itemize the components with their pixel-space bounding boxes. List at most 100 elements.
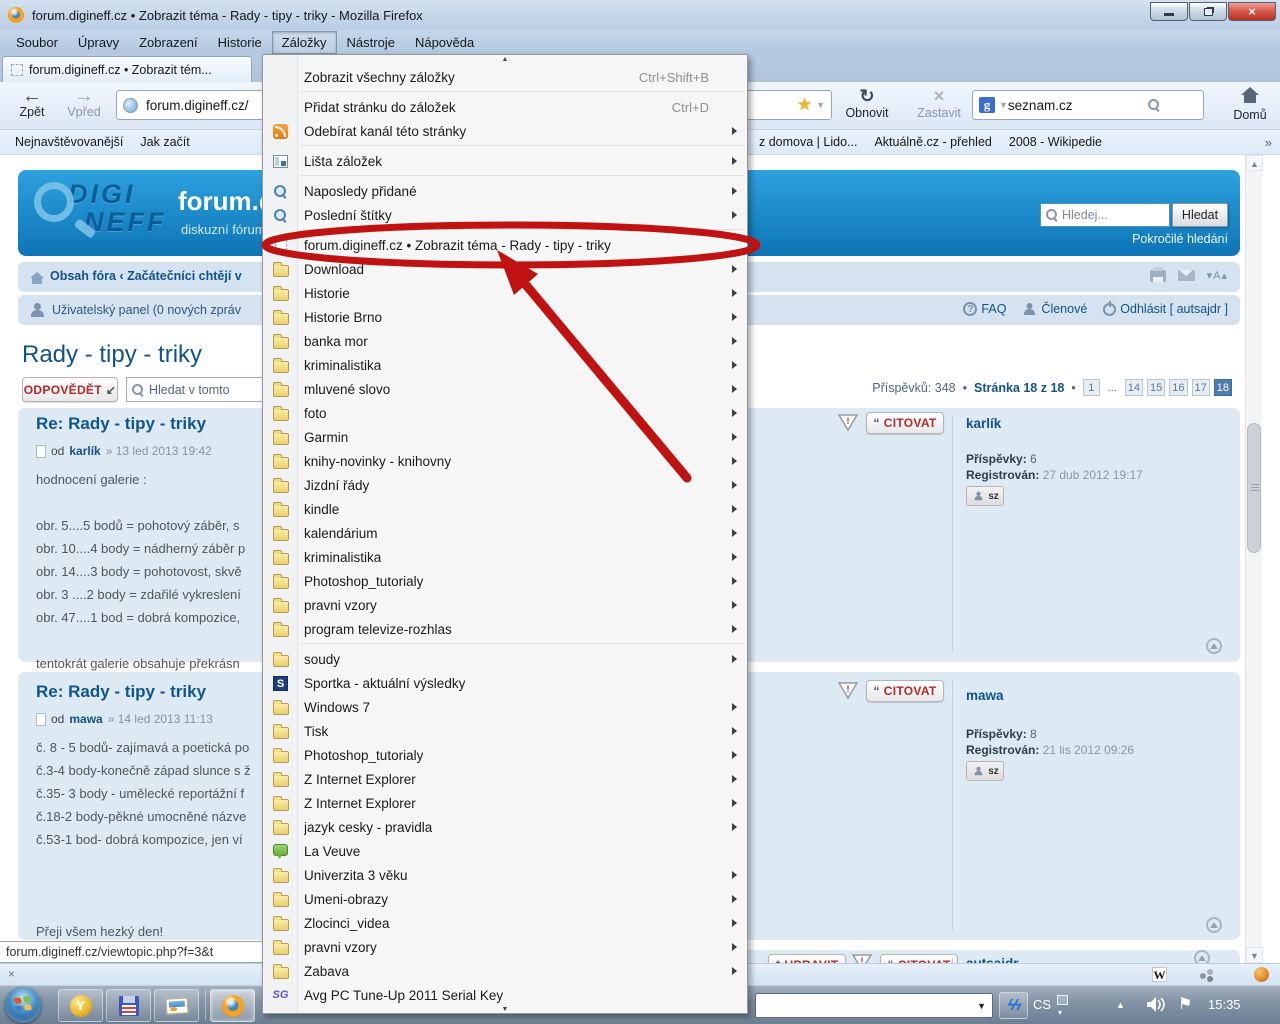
scroll-up-icon[interactable]: ▲ xyxy=(1246,155,1263,171)
bookmarks-menu-item[interactable]: forum.digineff.cz • Zobrazit téma - Rady… xyxy=(263,233,747,257)
forum-search-input[interactable] xyxy=(1062,208,1152,222)
language-indicator[interactable]: CS xyxy=(1033,997,1051,1012)
bookmarks-menu-item[interactable]: kriminalistika xyxy=(263,353,747,377)
scroll-top-button[interactable] xyxy=(1194,950,1210,963)
email-topic-icon[interactable] xyxy=(1178,270,1195,281)
bookmarks-menu-item[interactable]: pravni vzory xyxy=(263,593,747,617)
bookmarks-menu-item[interactable]: banka mor xyxy=(263,329,747,353)
language-bar-icon[interactable] xyxy=(1057,995,1068,1005)
page-number-button[interactable]: ... xyxy=(1104,379,1121,396)
advanced-search-link[interactable]: Pokročilé hledání xyxy=(1132,232,1228,246)
profile-username[interactable]: karlík xyxy=(966,416,1001,431)
home-button[interactable]: Domů xyxy=(1228,87,1272,122)
menubar-item[interactable]: Úpravy xyxy=(68,31,129,54)
post-title[interactable]: Re: Rady - tipy - triky xyxy=(36,414,206,434)
search-engine-dropdown-icon[interactable]: ▼ xyxy=(999,100,1008,110)
bookmarks-menu-item[interactable]: Download xyxy=(263,257,747,281)
topic-title[interactable]: Rady - tipy - triky xyxy=(22,341,202,369)
quicklaunch-yellow-app-button[interactable]: Y xyxy=(58,989,103,1022)
menubar-item[interactable]: Nápověda xyxy=(405,31,484,54)
report-post-icon[interactable]: ! xyxy=(852,954,872,963)
reply-button[interactable]: ODPOVĚDĚT ↙ xyxy=(22,377,118,402)
bookmarks-menu-item[interactable]: Zlocinci_videa xyxy=(263,911,747,935)
bookmarks-menu-item[interactable]: Poslední štítky xyxy=(263,203,747,227)
bookmarks-menu-item[interactable]: Tisk xyxy=(263,719,747,743)
restore-button[interactable] xyxy=(1189,2,1227,21)
wikipedia-addon-icon[interactable]: W xyxy=(1152,967,1167,982)
bookmarks-menu-item[interactable]: Přidat stránku do záložek Ctrl+D xyxy=(263,95,747,119)
scroll-down-icon[interactable]: ▼ xyxy=(1246,947,1263,963)
bookmarks-toolbar-item[interactable]: Jak začít xyxy=(129,135,195,149)
bookmarks-menu-item[interactable]: Z Internet Explorer xyxy=(263,791,747,815)
members-link[interactable]: Členové xyxy=(1022,302,1087,316)
user-panel-link[interactable]: Uživatelský panel (0 nových zpráv xyxy=(52,303,241,317)
bookmarks-menu-item[interactable]: foto xyxy=(263,401,747,425)
forum-search-button[interactable]: Hledat xyxy=(1172,203,1228,227)
taskbar-address-combo[interactable]: ▼ xyxy=(755,993,993,1018)
bookmarks-menu-item[interactable]: kalendárium xyxy=(263,521,747,545)
start-button[interactable] xyxy=(5,987,41,1023)
page-number-button[interactable]: 15 xyxy=(1147,379,1165,396)
print-view-icon[interactable] xyxy=(1150,270,1166,282)
bookmarks-menu-item[interactable]: Zobrazit všechny záložky Ctrl+Shift+B xyxy=(263,65,747,89)
bookmarks-toolbar-item[interactable]: z domova | Lido... xyxy=(748,135,863,149)
topic-search-input[interactable] xyxy=(149,383,259,397)
bookmarks-menu-item[interactable]: Sportka - aktuální výsledky xyxy=(263,671,747,695)
topic-search-box[interactable] xyxy=(126,377,266,402)
page-number-button[interactable]: 14 xyxy=(1125,379,1143,396)
menubar-item[interactable]: Soubor xyxy=(6,31,68,54)
quote-button[interactable]: “ CITOVAT xyxy=(866,412,944,434)
volume-icon[interactable] xyxy=(1146,996,1166,1018)
report-post-icon[interactable]: ! xyxy=(838,682,858,700)
bookmarks-menu-item[interactable]: kriminalistika xyxy=(263,545,747,569)
page-number-button[interactable]: 1 xyxy=(1083,379,1100,396)
forum-search-box[interactable] xyxy=(1040,203,1170,227)
forward-button[interactable]: → Vpřed xyxy=(62,87,106,119)
reload-button[interactable]: ↻ Obnovit xyxy=(838,86,896,120)
url-dropdown-icon[interactable]: ▼ xyxy=(816,100,825,110)
private-message-button[interactable]: sz xyxy=(966,486,1004,506)
bookmarks-menu-item[interactable]: Historie xyxy=(263,281,747,305)
stop-button[interactable]: × Zastavit xyxy=(908,86,970,120)
logout-link[interactable]: Odhlásit [ autsajdr ] xyxy=(1103,302,1228,316)
search-icon[interactable] xyxy=(1148,99,1160,111)
quicklaunch-save-app-button[interactable] xyxy=(106,989,151,1022)
bookmarks-menu-item[interactable]: Umeni-obrazy xyxy=(263,887,747,911)
bookmarks-menu-item[interactable]: Photoshop_tutorialy xyxy=(263,743,747,767)
bookmarks-menu-item[interactable]: Garmin xyxy=(263,425,747,449)
post-author-link[interactable]: mawa xyxy=(69,712,102,726)
breadcrumb[interactable]: Obsah fóra ‹ Začátečníci chtějí v xyxy=(50,269,242,283)
scroll-top-button[interactable] xyxy=(1206,917,1222,933)
bookmarks-menu-item[interactable]: Naposledy přidané xyxy=(263,179,747,203)
bookmarks-menu-item[interactable]: Windows 7 xyxy=(263,695,747,719)
tab-forum-digineff[interactable]: forum.digineff.cz • Zobrazit tém... xyxy=(2,56,252,82)
private-message-button[interactable]: sz xyxy=(966,761,1004,781)
menu-scroll-up-icon[interactable]: ▲ xyxy=(263,55,747,65)
addon-orange-icon[interactable] xyxy=(1254,967,1269,982)
edit-button[interactable]: * UPRAVIT xyxy=(768,954,846,963)
page-number-button[interactable]: 18 xyxy=(1214,379,1232,396)
action-center-flag-icon[interactable]: ⚑ xyxy=(1178,994,1192,1014)
page-number-button[interactable]: 16 xyxy=(1169,379,1187,396)
minimize-button[interactable] xyxy=(1150,2,1188,21)
bookmarks-menu-item[interactable]: jazyk cesky - pravidla xyxy=(263,815,747,839)
bookmarks-menu-item[interactable]: Jizdní řády xyxy=(263,473,747,497)
bookmarks-menu-item[interactable]: Lišta záložek xyxy=(263,149,747,173)
quicklaunch-image-app-button[interactable] xyxy=(154,989,199,1022)
bookmarks-menu-item[interactable]: knihy-novinky - knihovny xyxy=(263,449,747,473)
bookmarks-menu-item[interactable]: pravni vzory xyxy=(263,935,747,959)
bookmark-star-icon[interactable]: ★ xyxy=(797,95,812,115)
sync-bolts-button[interactable]: ϟϟ xyxy=(999,992,1028,1019)
bookmarks-menu-item[interactable]: program televize-rozhlas xyxy=(263,617,747,641)
menubar-item[interactable]: Nástroje xyxy=(337,31,405,54)
digineff-logo[interactable]: DIGI NEFF xyxy=(40,180,190,246)
bookmarks-toolbar-item[interactable]: 2008 - Wikipedie xyxy=(998,135,1108,149)
quote-button[interactable]: “ CITOVAT xyxy=(866,680,944,702)
page-number-button[interactable]: 17 xyxy=(1192,379,1210,396)
close-button[interactable]: × xyxy=(1228,2,1276,21)
post-author-link[interactable]: karlík xyxy=(69,444,100,458)
bookmarks-toolbar-item[interactable] xyxy=(196,135,213,149)
report-post-icon[interactable]: ! xyxy=(838,414,858,432)
bookmarks-menu-item[interactable]: kindle xyxy=(263,497,747,521)
profile-username[interactable]: autsajdr xyxy=(966,956,1019,963)
